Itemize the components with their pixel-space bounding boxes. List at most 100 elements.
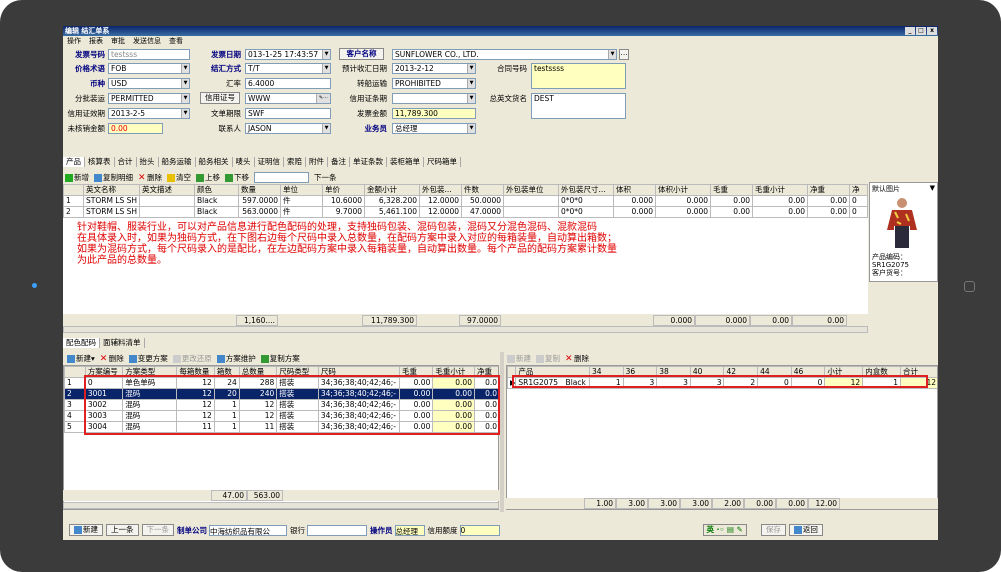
tab-certificate[interactable]: 证明信 <box>254 157 284 167</box>
transship-select[interactable]: PROHIBITED ▼ <box>392 78 476 89</box>
customer-select[interactable]: SUNFLOWER CO., LTD. ▼ <box>392 49 617 60</box>
delete-size-button[interactable]: ✕删除 <box>565 353 589 364</box>
table-cell[interactable]: 5,461.100 <box>364 206 420 218</box>
table-cell[interactable]: 0 <box>849 195 868 207</box>
column-header[interactable]: 净重 <box>807 184 850 196</box>
lc-no-field[interactable]: WWW ✎⋯ <box>245 93 331 104</box>
column-header[interactable] <box>64 366 86 378</box>
delete-scheme-button[interactable]: ✕删除 <box>100 353 124 364</box>
minimize-button[interactable]: _ <box>905 27 915 35</box>
chevron-down-icon[interactable]: ▼ <box>181 79 189 88</box>
chevron-down-icon[interactable]: ▼ <box>467 94 475 103</box>
chevron-down-icon[interactable]: ▼ <box>322 50 330 59</box>
table-cell[interactable]: 4 <box>64 410 86 422</box>
table-cell[interactable]: 0.00 <box>807 206 850 218</box>
table-cell[interactable]: 0 <box>849 206 868 218</box>
menu-operate[interactable]: 操作 <box>63 36 85 46</box>
table-cell[interactable]: 47.0000 <box>461 206 504 218</box>
lc-amount-field[interactable]: 0.00 <box>108 123 163 134</box>
table-cell[interactable]: 0.00 <box>710 195 753 207</box>
column-header[interactable]: 金额小计 <box>364 184 420 196</box>
table-cell[interactable]: 0*0*0 <box>558 206 614 218</box>
edit-icon[interactable]: ✎⋯ <box>316 94 330 103</box>
tab-attachments[interactable]: 附件 <box>306 157 328 167</box>
tab-total[interactable]: 合计 <box>114 157 137 167</box>
scheme-scrollbar[interactable] <box>63 502 499 509</box>
move-up-button[interactable]: 上移 <box>196 172 220 183</box>
table-cell[interactable]: 2 <box>63 206 84 218</box>
table-cell[interactable]: STORM LS SH <box>83 195 140 207</box>
table-cell[interactable]: 597.0000 <box>238 195 281 207</box>
revert-button[interactable]: 更改还原 <box>172 353 212 364</box>
table-cell[interactable]: 12.0000 <box>419 195 462 207</box>
settle-select[interactable]: T/T ▼ <box>245 63 331 74</box>
column-header[interactable]: 毛重小计 <box>752 184 808 196</box>
invoice-date-field[interactable]: 013-1-25 17:43:57 ▼ <box>245 49 331 60</box>
lc-terms-select[interactable]: ▼ <box>392 93 476 104</box>
table-cell[interactable]: 0.00 <box>710 206 753 218</box>
table-cell[interactable]: 0.000 <box>613 206 656 218</box>
table-cell[interactable] <box>503 195 559 207</box>
column-header[interactable]: 英文描述 <box>139 184 195 196</box>
add-button[interactable]: 新增 <box>65 172 89 183</box>
customer-more-button[interactable]: ⋯ <box>619 49 629 60</box>
table-cell[interactable]: 0.000 <box>655 195 711 207</box>
column-header[interactable]: 件数 <box>461 184 504 196</box>
tab-claims[interactable]: 索赔 <box>284 157 306 167</box>
tab-shipping-related[interactable]: 船务相关 <box>195 157 233 167</box>
tab-header[interactable]: 抬头 <box>136 157 159 167</box>
clear-button[interactable]: 清空 <box>167 172 191 183</box>
column-header[interactable]: 单位 <box>280 184 323 196</box>
customer-button[interactable]: 客户名称 <box>339 48 384 60</box>
ime-toolbar[interactable]: 英 ·◦ ▤ ✎ <box>702 524 747 536</box>
new-scheme-button[interactable]: 新建▾ <box>67 353 95 364</box>
table-cell[interactable]: 6,328.200 <box>364 195 420 207</box>
copy-detail-button[interactable]: 复制明细 <box>94 172 133 183</box>
change-scheme-button[interactable]: 变更方案 <box>128 353 168 364</box>
menu-report[interactable]: 报表 <box>85 36 107 46</box>
menu-send[interactable]: 发送信息 <box>129 36 165 46</box>
column-header[interactable]: 英文名称 <box>83 184 140 196</box>
company-select[interactable]: 中海纺织品有限公 <box>209 524 287 536</box>
table-cell[interactable]: Black <box>194 206 239 218</box>
next-record-button[interactable]: 下一条 <box>314 172 337 183</box>
doc-term-field[interactable]: SWF <box>245 108 331 119</box>
table-cell[interactable]: STORM LS SH <box>83 206 140 218</box>
horizontal-scrollbar[interactable] <box>63 326 868 333</box>
contract-field[interactable]: testssss <box>531 63 626 89</box>
new-record-button[interactable]: 新建 <box>69 524 103 536</box>
table-cell[interactable]: 件 <box>280 206 323 218</box>
chevron-down-icon[interactable]: ▼ <box>467 64 475 73</box>
chevron-down-icon[interactable]: ▼ <box>467 124 475 133</box>
table-cell[interactable]: 件 <box>280 195 323 207</box>
table-cell[interactable]: 2 <box>64 388 86 400</box>
home-button[interactable] <box>964 281 975 292</box>
column-header[interactable]: 颜色 <box>194 184 239 196</box>
column-header[interactable]: 净 <box>849 184 868 196</box>
lc-valid-field[interactable]: 2013-2-5 ▼ <box>108 108 190 119</box>
chevron-down-icon[interactable]: ▼ <box>608 50 616 59</box>
tab-accounting[interactable]: 核算表 <box>85 157 115 167</box>
tab-marks[interactable]: 唛头 <box>232 157 255 167</box>
expect-date-field[interactable]: 2013-2-12 ▼ <box>392 63 476 74</box>
new-size-button[interactable]: 新建 <box>507 353 531 364</box>
copy-size-button[interactable]: 复制 <box>536 353 560 364</box>
contact-select[interactable]: JASON ▼ <box>245 123 331 134</box>
tab-shipping[interactable]: 船务运输 <box>158 157 196 167</box>
salesman-select[interactable]: 总经理 ▼ <box>392 123 476 134</box>
chevron-down-icon[interactable]: ▼ <box>467 79 475 88</box>
copy-scheme-button[interactable]: 复制方案 <box>260 353 300 364</box>
prev-record-button[interactable]: 上一条 <box>106 524 139 536</box>
currency-select[interactable]: USD ▼ <box>108 78 190 89</box>
tab-size-list[interactable]: 尺码箱单 <box>424 157 461 167</box>
column-header[interactable] <box>63 184 84 196</box>
table-cell[interactable] <box>139 206 195 218</box>
menu-approve[interactable]: 审批 <box>107 36 129 46</box>
price-terms-select[interactable]: FOB ▼ <box>108 63 190 74</box>
column-header[interactable]: 体积小计 <box>655 184 711 196</box>
chevron-down-icon[interactable]: ▼ <box>181 94 189 103</box>
table-cell[interactable]: 3 <box>64 399 86 411</box>
chevron-down-icon[interactable]: ▼ <box>181 64 189 73</box>
table-cell[interactable]: 0*0*0 <box>558 195 614 207</box>
table-cell[interactable]: 10.6000 <box>322 195 365 207</box>
